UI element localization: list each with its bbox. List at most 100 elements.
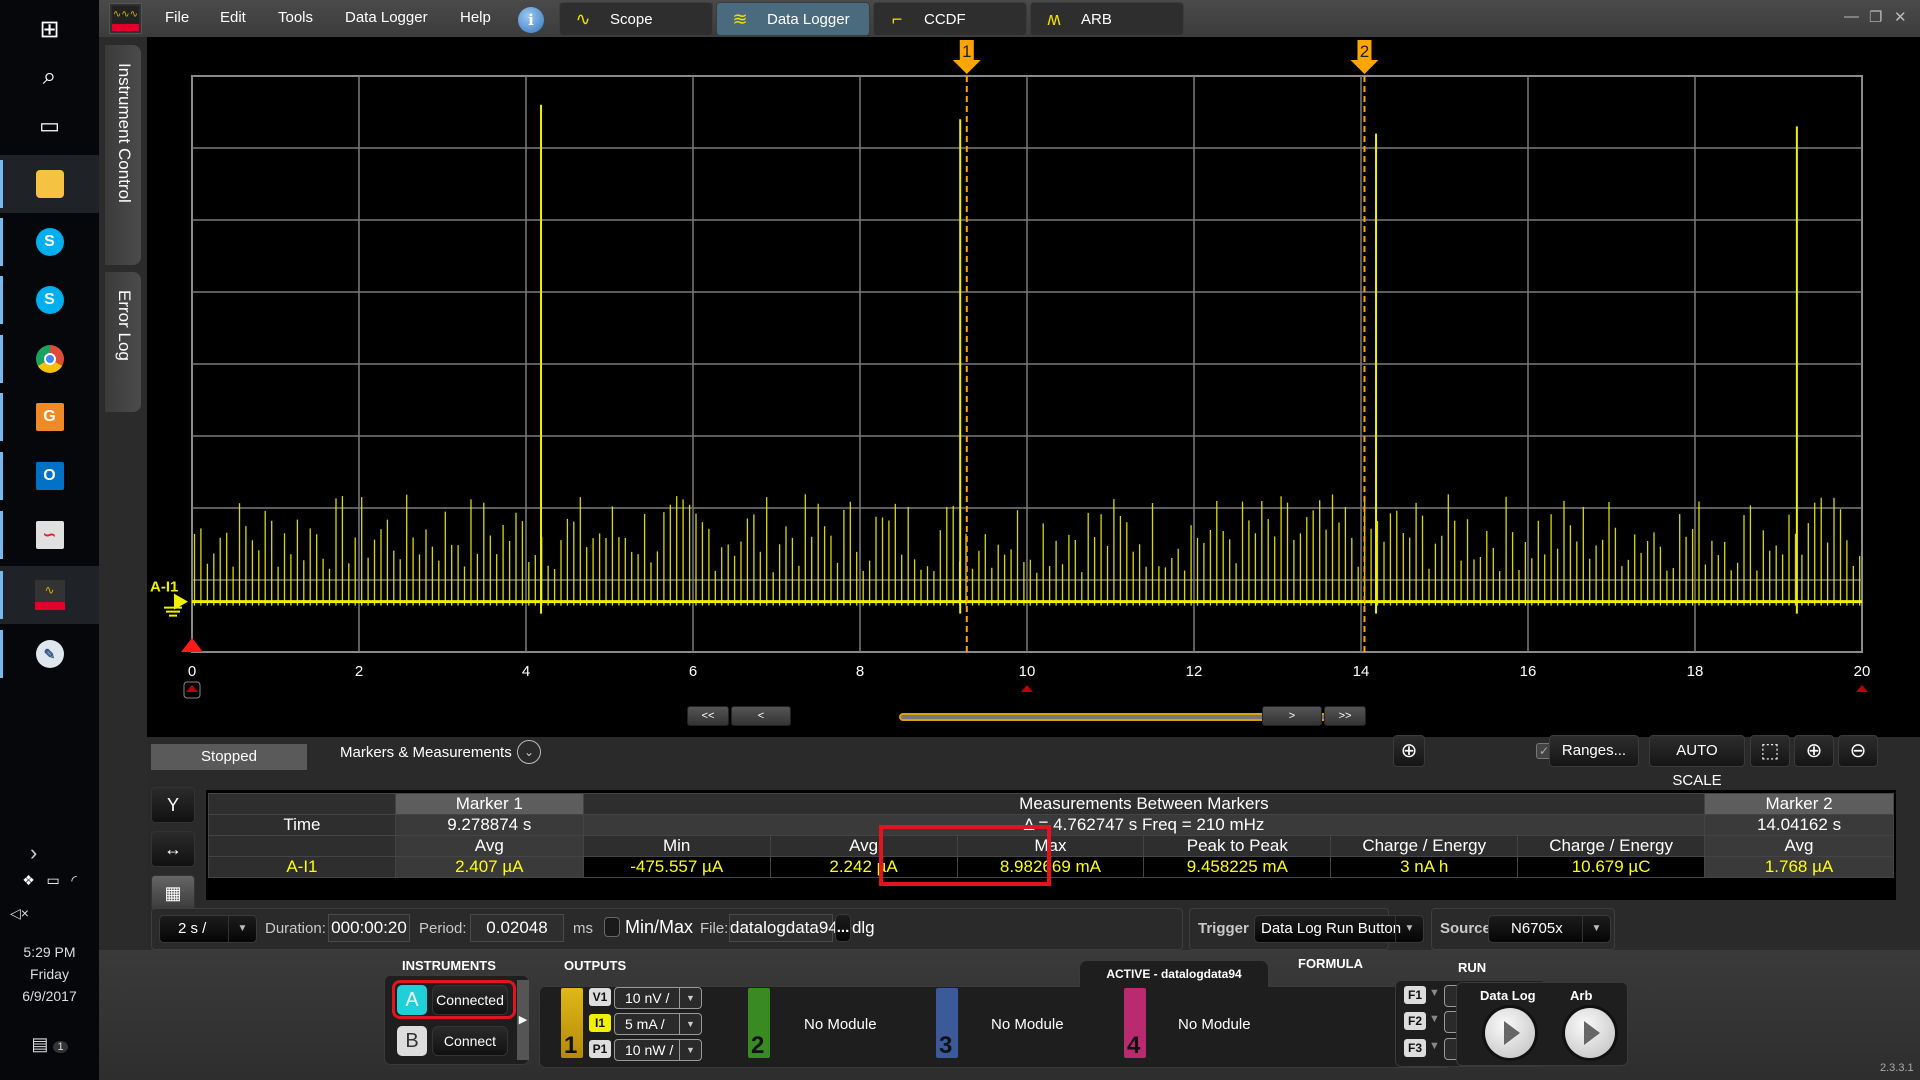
taskbar-app-keysight[interactable]: ∿ <box>0 566 99 624</box>
marker-grid-icon[interactable]: ▦ <box>151 875 195 911</box>
run-arb-play-button[interactable] <box>1565 1008 1615 1058</box>
expand-instruments-arrow-icon[interactable]: ▶ <box>517 980 529 1060</box>
channel-4-status: No Module <box>1178 1016 1251 1033</box>
taskbar-app-file-explorer[interactable] <box>0 155 99 213</box>
col-header-energy: Charge / Energy <box>1517 835 1706 857</box>
marker2-time: 14.04162 s <box>1704 814 1894 836</box>
add-marker-button[interactable]: ⊕ <box>1393 735 1425 767</box>
tab-data-logger[interactable]: ≋ Data Logger <box>716 2 870 36</box>
f3-expand-arrow-icon[interactable]: ▼ <box>1429 1040 1440 1052</box>
instrument-b-badge[interactable]: B <box>397 1026 427 1056</box>
instrument-b-connect-button[interactable]: Connect <box>432 1026 508 1056</box>
ranges-button[interactable]: Ranges... <box>1549 735 1639 767</box>
tab-ccdf[interactable]: ⌐ CCDF <box>873 2 1027 36</box>
menu-edit[interactable]: Edit <box>220 9 246 26</box>
table-row-time: Time 9.278874 s Δ = 4.762747 s Freq = 21… <box>208 814 1894 836</box>
side-tab-error-log-label: Error Log <box>115 290 134 361</box>
f1-expand-arrow-icon[interactable]: ▼ <box>1429 987 1440 999</box>
col-header-peak-to-peak: Peak to Peak <box>1143 835 1332 857</box>
side-tab-instrument-control[interactable]: Instrument Control <box>105 45 141 265</box>
marker2-avg-value: 1.768 µA <box>1704 856 1894 878</box>
taskbar-app-outlook[interactable]: O <box>0 447 99 505</box>
p1-scale-dropdown[interactable]: 10 nW / ▼ <box>614 1039 702 1061</box>
dropdown-arrow-icon: ▼ <box>228 916 256 942</box>
markers-measurements-title[interactable]: Markers & Measurements <box>340 744 512 761</box>
browse-file-button[interactable]: ... <box>835 914 851 942</box>
period-unit: ms <box>573 920 593 937</box>
battery-icon[interactable]: ▭ <box>46 872 59 888</box>
folder-icon <box>35 170 64 198</box>
scroll-prev-button[interactable]: < <box>731 706 791 726</box>
tab-scope[interactable]: ∿ Scope <box>559 2 713 36</box>
dropdown-arrow-icon: ▼ <box>1582 916 1610 942</box>
arb-wave-icon: ʍ <box>1047 9 1061 29</box>
volume-muted-icon[interactable]: ◁× <box>0 905 69 922</box>
taskbar-app-foxit-pdf[interactable]: G <box>0 388 99 446</box>
scroll-next-button[interactable]: > <box>1262 706 1322 726</box>
i1-scale-dropdown[interactable]: 5 mA / ▼ <box>614 1013 702 1035</box>
scroll-first-button[interactable]: << <box>687 706 729 726</box>
menu-tools[interactable]: Tools <box>278 9 313 26</box>
side-tab-error-log[interactable]: Error Log <box>105 272 141 412</box>
timebase-dropdown[interactable]: 2 s / ▼ <box>159 915 257 943</box>
duration-field[interactable]: 000:00:20 <box>328 914 410 942</box>
scroll-last-button[interactable]: >> <box>1324 706 1366 726</box>
waveform-chart[interactable]: A-I11 20 2 4 6 8 10 12 14 16 18 20 <box>147 37 1920 737</box>
menu-file[interactable]: File <box>165 9 189 26</box>
zoom-out-button[interactable]: ⊖ <box>1838 735 1878 767</box>
wifi-icon[interactable]: ◜ <box>71 872 76 888</box>
info-icon[interactable]: i <box>518 7 544 33</box>
auto-scale-button[interactable]: AUTO SCALE <box>1649 735 1745 789</box>
file-field[interactable]: datalogdata94.edlg <box>729 914 875 942</box>
instrument-a-badge[interactable]: A <box>397 985 427 1015</box>
charge-value: 3 nA h <box>1330 856 1519 878</box>
active-datalog-tab[interactable]: ACTIVE - datalogdata94 <box>1079 960 1269 987</box>
dropdown-arrow-icon: ▼ <box>1395 916 1423 942</box>
action-center-button[interactable]: ▤ 1 <box>0 1034 99 1055</box>
keysight-app-icon: ∿ <box>34 580 65 610</box>
restore-button[interactable]: ❐ <box>1869 8 1882 26</box>
tray-clock-date: 6/9/2017 <box>22 988 77 1004</box>
instrument-a-connected-button[interactable]: Connected <box>432 985 508 1015</box>
chevron-down-icon[interactable]: ⌄ <box>517 740 541 764</box>
taskbar-app-skype-business[interactable]: S <box>0 271 99 329</box>
task-view-icon: ▭ <box>39 113 60 138</box>
menu-help[interactable]: Help <box>460 9 491 26</box>
taskbar-app-chrome[interactable] <box>0 330 99 388</box>
minmax-checkbox[interactable] <box>604 917 620 937</box>
zoom-in-button[interactable]: ⊕ <box>1794 735 1834 767</box>
period-field[interactable]: 0.02048 <box>470 914 564 942</box>
minimize-button[interactable]: — <box>1844 8 1859 25</box>
close-button[interactable]: ✕ <box>1894 8 1907 26</box>
channel-4-indicator[interactable]: 4 <box>1124 988 1146 1059</box>
source-dropdown[interactable]: N6705x ▼ <box>1488 915 1611 943</box>
zoom-box-button[interactable]: ⬚ <box>1750 735 1790 767</box>
channel-3-indicator[interactable]: 3 <box>936 988 958 1059</box>
taskbar-app-silabs[interactable]: ∽ <box>0 506 99 564</box>
dropbox-icon[interactable]: ❖ <box>22 872 35 888</box>
probe-icon[interactable]: Y <box>151 787 195 823</box>
trigger-dropdown[interactable]: Data Log Run Button ▼ <box>1254 915 1424 943</box>
task-view-button[interactable]: ▭ <box>0 97 99 155</box>
run-datalog-play-button[interactable] <box>1485 1008 1535 1058</box>
x-tick-label: 20 <box>1854 663 1871 680</box>
taskbar-app-skype[interactable]: S <box>0 213 99 271</box>
channel-2-indicator[interactable]: 2 <box>748 988 770 1059</box>
delta-freq-readout: Δ = 4.762747 s Freq = 210 mHz <box>582 814 1706 836</box>
marker-spread-icon[interactable]: ↔ <box>151 831 195 867</box>
taskbar-app-paint[interactable]: ✎ <box>0 625 99 683</box>
ccdf-curve-icon: ⌐ <box>891 9 903 29</box>
dropdown-arrow-icon: ▼ <box>679 988 701 1008</box>
menu-data-logger[interactable]: Data Logger <box>345 9 428 26</box>
col-header-min: Min <box>582 835 771 857</box>
source-value: N6705x <box>1511 920 1563 937</box>
highlight-annotation-box <box>879 825 1051 886</box>
f2-expand-arrow-icon[interactable]: ▼ <box>1429 1013 1440 1025</box>
zoom-out-icon: ⊖ <box>1849 740 1867 762</box>
x-tick-label: 16 <box>1520 663 1537 680</box>
waveform-display[interactable]: A-I1 1 2 0 2 4 6 8 10 12 14 16 18 20 <box>147 37 1920 737</box>
tray-clock-time[interactable]: 5:29 PM <box>0 944 99 960</box>
channel-1-indicator[interactable]: 1 <box>561 988 583 1059</box>
tab-arb[interactable]: ʍ ARB <box>1030 2 1184 36</box>
v1-scale-dropdown[interactable]: 10 nV / ▼ <box>614 987 702 1009</box>
